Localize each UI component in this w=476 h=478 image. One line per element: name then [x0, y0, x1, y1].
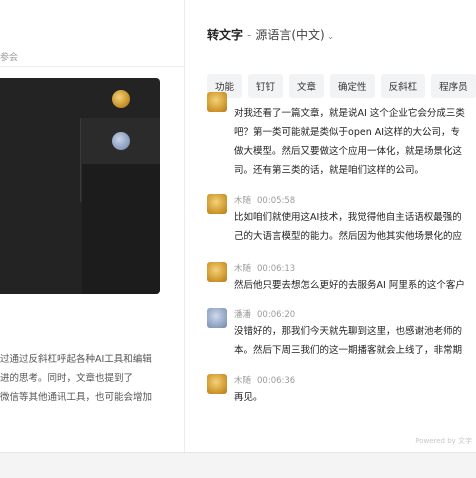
header-separator: - — [247, 28, 252, 42]
meeting-label: 参会 — [0, 53, 19, 63]
speaker-avatar — [207, 374, 227, 394]
participant-avatar — [112, 132, 130, 150]
message-line: 再见。 — [234, 392, 263, 403]
powered-by-watermark: Powered by 文字 — [415, 437, 472, 445]
transcript-message[interactable]: 木随 00:06:36 再见。 — [207, 374, 476, 408]
message-meta: 潘潘 00:06:20 — [234, 308, 301, 320]
speaker-avatar — [207, 262, 227, 282]
transcript-message[interactable]: 木随 00:06:13 然后他只要去想怎么更好的去服务AI 阿里系的这个客户 — [207, 262, 476, 296]
message-line: 做大模型。然后又要做这个应用一体化，就是场景化这 — [234, 146, 463, 157]
keyword-tabs: 功能 钉钉 文章 确定性 反斜杠 程序员 — [207, 74, 476, 98]
speaker-avatar — [207, 194, 227, 214]
speaker-name: 木随 — [234, 264, 252, 274]
message-line: 对我还看了一篇文章，就是说AI 这个企业它会分成三类 — [234, 108, 465, 119]
message-line: 司。还有第三类的话，就是咱们这样的公司。 — [234, 165, 425, 176]
video-main-pane — [82, 164, 160, 294]
message-meta: 木随 00:06:36 — [234, 374, 301, 386]
participant-avatar — [112, 90, 130, 108]
message-meta: 木随 00:06:13 — [234, 262, 301, 274]
timestamp[interactable]: 00:06:13 — [257, 264, 295, 274]
keyword-tab[interactable]: 确定性 — [330, 74, 375, 98]
transcript-header: 转文字 - 源语言(中文) ⌄ — [207, 26, 334, 43]
speaker-name: 木随 — [234, 376, 252, 386]
message-line: 吧？第一类可能就是类似于open AI这样的大公司，专 — [234, 127, 461, 138]
bottom-bar — [0, 452, 476, 478]
message-line: 比如咱们就使用这AI技术，我觉得他自主话语权最强的 — [234, 212, 462, 223]
summary-line: 微信等其他通讯工具，也可能会增加 — [0, 392, 153, 403]
chevron-down-icon[interactable]: ⌄ — [327, 32, 335, 42]
message-text: 没错好的，那我们今天就先聊到这里，也感谢池老师的 本。然后下周三我们的这一期播客… — [234, 322, 462, 360]
transcript-message[interactable]: 木随 00:05:58 比如咱们就使用这AI技术，我觉得他自主话语权最强的 己的大… — [207, 194, 476, 250]
message-line: 本。然后下周三我们的这一期播客就会上线了，非常期 — [234, 345, 463, 356]
video-player[interactable] — [0, 78, 160, 294]
keyword-tab[interactable]: 钉钉 — [248, 74, 284, 98]
message-line: 然后他只要去想怎么更好的去服务AI 阿里系的这个客户 — [234, 280, 465, 291]
message-text: 然后他只要去想怎么更好的去服务AI 阿里系的这个客户 — [234, 276, 465, 295]
keyword-tab[interactable]: 反斜杠 — [380, 74, 426, 98]
speaker-name: 木随 — [234, 196, 252, 206]
message-text: 对我还看了一篇文章，就是说AI 这个企业它会分成三类 吧？第一类可能就是类似于o… — [234, 104, 465, 180]
timestamp[interactable]: 00:05:58 — [257, 196, 295, 206]
summary-line: 过通过反斜杠呼起各种AI工具和编辑 — [0, 354, 152, 365]
speaker-avatar — [207, 308, 227, 328]
message-text: 再见。 — [234, 388, 263, 407]
speaker-avatar — [207, 92, 227, 112]
summary-text: 过通过反斜杠呼起各种AI工具和编辑 进的思考。同时，文章也提到了 微信等其他通讯… — [0, 350, 180, 407]
timestamp[interactable]: 00:06:36 — [257, 376, 295, 386]
transcript-list: 对我还看了一篇文章，就是说AI 这个企业它会分成三类 吧？第一类可能就是类似于o… — [207, 92, 476, 420]
timestamp[interactable]: 00:06:20 — [257, 310, 295, 320]
transcript-title: 转文字 — [207, 28, 244, 42]
keyword-tab[interactable]: 程序员 — [431, 74, 476, 98]
source-language-select[interactable]: 源语言(中文) — [255, 28, 324, 42]
left-panel: 参会 过通过反斜杠呼起各种AI工具和编辑 进的思考。同时，文章也提到了 微信等其… — [0, 0, 184, 452]
summary-line: 进的思考。同时，文章也提到了 — [0, 373, 134, 384]
divider — [0, 66, 184, 67]
message-line: 没错好的，那我们今天就先聊到这里，也感谢池老师的 — [234, 326, 463, 337]
message-meta: 木随 00:05:58 — [234, 194, 301, 206]
keyword-tab[interactable]: 文章 — [289, 74, 325, 98]
speaker-name: 潘潘 — [234, 310, 252, 320]
transcript-message[interactable]: 对我还看了一篇文章，就是说AI 这个企业它会分成三类 吧？第一类可能就是类似于o… — [207, 92, 476, 182]
transcript-message[interactable]: 潘潘 00:06:20 没错好的，那我们今天就先聊到这里，也感谢池老师的 本。然后… — [207, 308, 476, 362]
transcript-panel: 转文字 - 源语言(中文) ⌄ 功能 钉钉 文章 确定性 反斜杠 程序员 对我还看了一篇文章，就… — [185, 0, 476, 452]
message-text: 比如咱们就使用这AI技术，我觉得他自主话语权最强的 己的大语言模型的能力。然后因… — [234, 208, 462, 246]
message-line: 己的大语言模型的能力。然后因为他其实他场景化的应 — [234, 231, 463, 242]
